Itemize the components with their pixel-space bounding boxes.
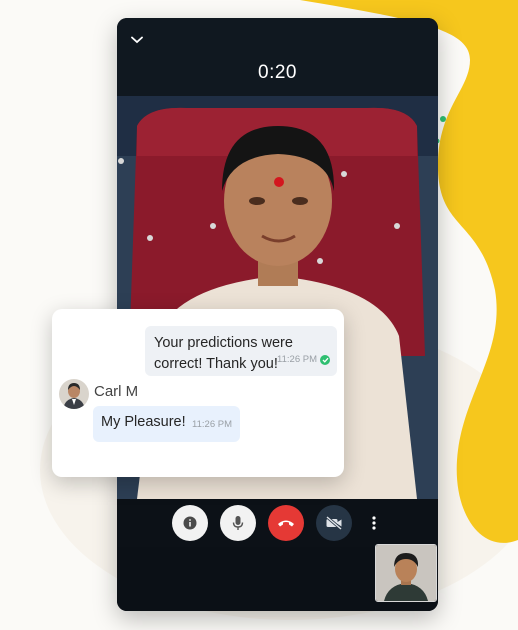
chevron-down-icon bbox=[131, 36, 143, 44]
minimize-button[interactable] bbox=[127, 30, 147, 50]
camera-off-icon bbox=[325, 516, 342, 530]
info-button[interactable] bbox=[171, 505, 208, 541]
outgoing-message-meta: 11:26 PM bbox=[277, 349, 330, 370]
incoming-message: My Pleasure! 11:26 PM bbox=[93, 406, 240, 442]
more-vertical-icon bbox=[371, 516, 376, 530]
call-controls bbox=[117, 499, 438, 547]
sender-name: Carl M bbox=[94, 383, 139, 400]
call-header: 0:20 bbox=[117, 18, 438, 96]
outgoing-message: Your predictions were correct! Thank you… bbox=[145, 326, 337, 376]
chat-overlay: Your predictions were correct! Thank you… bbox=[52, 309, 344, 477]
avatar bbox=[59, 379, 89, 409]
incoming-message-text: My Pleasure! bbox=[101, 414, 186, 430]
phone-hangup-icon bbox=[277, 520, 294, 527]
end-call-button[interactable] bbox=[267, 505, 304, 541]
camera-toggle-button[interactable] bbox=[315, 505, 352, 541]
check-icon bbox=[320, 354, 330, 365]
incoming-message-time: 11:26 PM bbox=[192, 419, 232, 430]
microphone-icon bbox=[232, 516, 243, 530]
info-icon bbox=[183, 516, 196, 530]
microphone-button[interactable] bbox=[219, 505, 256, 541]
call-timer: 0:20 bbox=[258, 62, 297, 83]
more-options-button[interactable] bbox=[364, 505, 384, 541]
self-video-preview[interactable] bbox=[375, 544, 437, 602]
outgoing-message-time: 11:26 PM bbox=[277, 354, 317, 365]
